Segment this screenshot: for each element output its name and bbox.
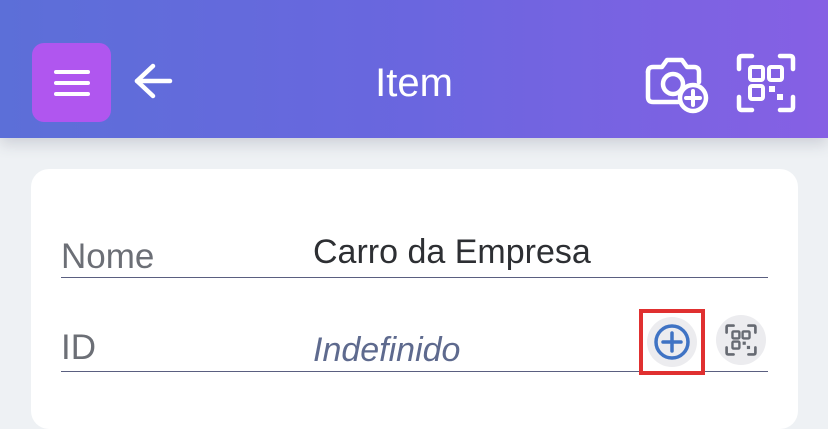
app-header: Item [0,0,828,138]
field-label-nome: Nome [61,237,155,276]
field-value-nome[interactable]: Carro da Empresa [313,233,591,272]
scan-id-button[interactable] [716,315,766,365]
menu-button[interactable] [32,43,111,122]
qr-scan-icon [736,53,796,113]
field-label-id: ID [61,328,96,367]
camera-add-icon [645,57,709,114]
qr-scan-button[interactable] [736,53,796,113]
hamburger-menu-icon [53,69,90,96]
add-id-button-background [647,317,697,367]
back-button[interactable] [130,58,176,104]
field-row-nome: Nome Carro da Empresa [61,227,768,278]
add-id-button[interactable] [639,309,705,375]
qr-scan-icon [725,324,757,356]
page-title: Item [375,61,453,105]
field-row-id: ID Indefinido [61,309,768,375]
plus-circle-icon [654,324,690,360]
item-details-card: Nome Carro da Empresa ID Indefinido [31,169,798,429]
add-photo-button[interactable] [642,52,710,114]
arrow-left-icon [134,63,173,99]
field-value-id[interactable]: Indefinido [313,331,460,370]
